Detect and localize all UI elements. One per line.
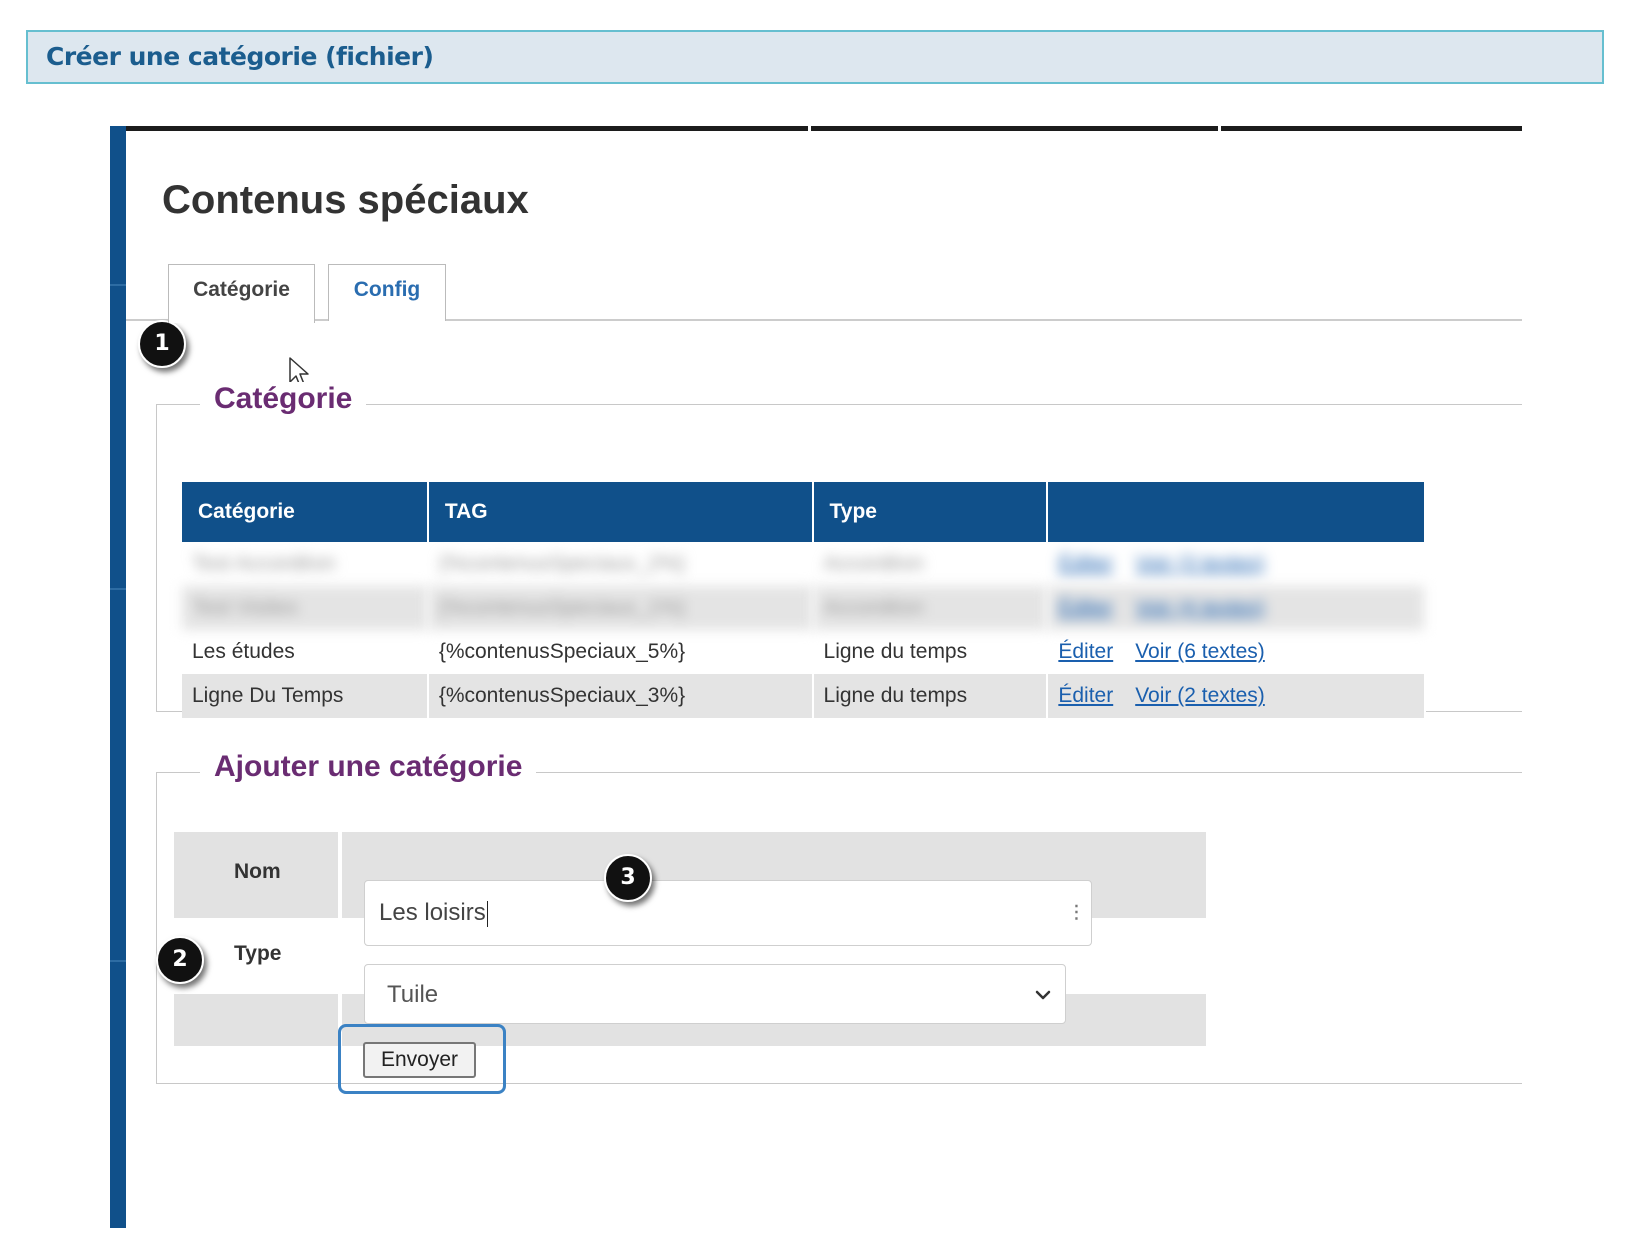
type-select[interactable]: Tuile [364,964,1066,1024]
category-table: Catégorie TAG Type Test Accordéon {%cont… [182,482,1426,718]
column-header-categorie: Catégorie [182,482,429,542]
cell-actions: Éditer Voir (2 textes) [1047,674,1426,718]
cell-type: Accordéon [812,586,1049,630]
banner-title: Créer une catégorie (fichier) [46,42,434,71]
type-label: Type [234,942,282,965]
autofill-icon[interactable]: ⫶ [1073,901,1079,927]
column-header-type: Type [812,482,1049,542]
cell-tag: {%contenusSpeciaux_2%} [427,542,814,586]
cell-actions: Éditer Voir (4 textes) [1047,586,1426,630]
form-row-submit-label-bg [174,994,338,1046]
edit-link[interactable]: Éditer [1058,640,1113,663]
cell-tag: {%contenusSpeciaux_1%} [427,586,814,630]
view-texts-link[interactable]: Voir (2 textes) [1135,684,1265,707]
section-banner: Créer une catégorie (fichier) [26,30,1604,84]
edit-link[interactable]: Éditer [1058,684,1113,707]
name-label: Nom [234,860,281,883]
name-input[interactable]: Les loisirs ⫶ [364,880,1092,946]
cell-tag: {%contenusSpeciaux_5%} [427,630,814,674]
cell-actions: Éditer Voir (3 textes) [1047,542,1426,586]
screenshot-frame: Contenus spéciaux Catégorie Config 1 Cat… [110,126,1522,1228]
left-sidebar-bar [110,126,126,1228]
type-select-value: Tuile [387,981,439,1008]
step-badge-2: 2 [156,936,204,984]
add-category-legend: Ajouter une catégorie [200,750,537,784]
view-texts-link[interactable]: Voir (3 textes) [1135,552,1265,575]
column-header-tag: TAG [427,482,814,542]
table-row: Test Accordéon {%contenusSpeciaux_2%} Ac… [182,542,1426,586]
cell-name: Les études [182,630,429,674]
chevron-down-icon [1035,990,1051,1000]
cell-name: Ligne Du Temps [182,674,429,718]
category-legend: Catégorie [200,382,367,416]
tab-categorie[interactable]: Catégorie [168,264,315,323]
submit-button[interactable]: Envoyer [363,1042,476,1078]
top-bar [110,126,1522,131]
edit-link[interactable]: Éditer [1058,552,1113,575]
table-row: Ligne Du Temps {%contenusSpeciaux_3%} Li… [182,674,1426,718]
view-texts-link[interactable]: Voir (4 textes) [1135,596,1265,619]
cell-name: Test Accordéon [182,542,429,586]
view-texts-link[interactable]: Voir (6 textes) [1135,640,1265,663]
cell-type: Accordéon [812,542,1049,586]
cell-actions: Éditer Voir (6 textes) [1047,630,1426,674]
tab-config[interactable]: Config [328,264,446,321]
cell-type: Ligne du temps [812,674,1049,718]
step-badge-3: 3 [604,854,652,902]
cell-name: Test Visites [182,586,429,630]
table-row: Test Visites {%contenusSpeciaux_1%} Acco… [182,586,1426,630]
table-row: Les études {%contenusSpeciaux_5%} Ligne … [182,630,1426,674]
name-input-value: Les loisirs [379,899,488,927]
step-badge-1: 1 [138,320,186,368]
page-title: Contenus spéciaux [162,178,529,222]
cell-type: Ligne du temps [812,630,1049,674]
column-header-actions [1047,482,1426,542]
cell-tag: {%contenusSpeciaux_3%} [427,674,814,718]
edit-link[interactable]: Éditer [1058,596,1113,619]
